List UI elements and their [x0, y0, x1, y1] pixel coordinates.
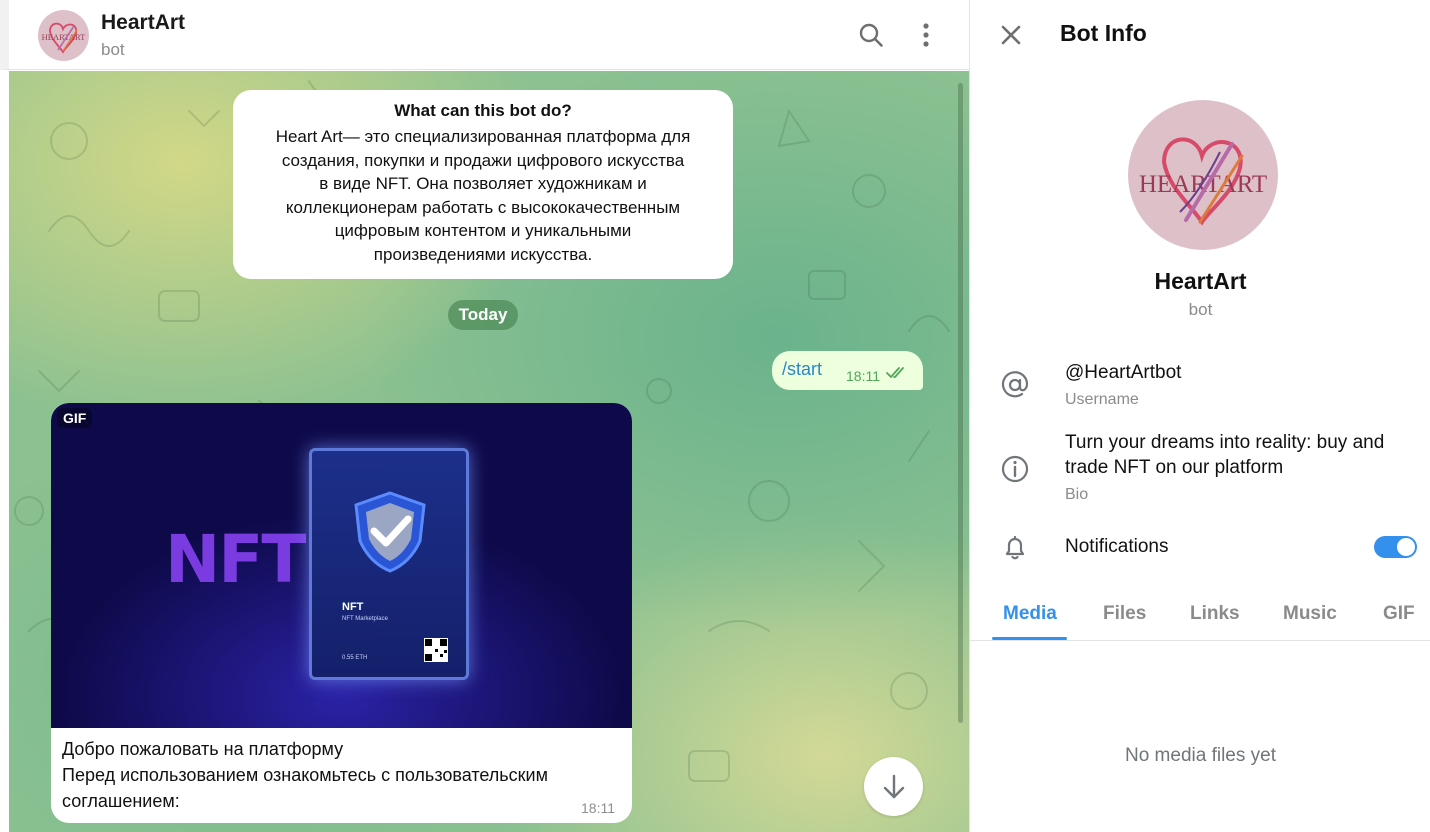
- bio-label: Bio: [1065, 486, 1089, 503]
- media-tabs: Media Files Links Music GIF: [970, 596, 1430, 641]
- shield-check-icon: [354, 491, 426, 573]
- message-text[interactable]: /start: [782, 359, 822, 380]
- chat-background: What can this bot do? Heart Art— это спе…: [9, 71, 969, 832]
- qr-code-icon: [424, 638, 448, 662]
- toggle-knob: [1397, 538, 1415, 556]
- bio-value[interactable]: Turn your dreams into reality: buy and t…: [1065, 430, 1415, 480]
- search-button[interactable]: [855, 19, 887, 51]
- gif-card-title: NFT: [342, 601, 364, 613]
- username-row-icon: [1000, 370, 1030, 400]
- profile-name: HeartArt: [1154, 268, 1247, 294]
- tab-music[interactable]: Music: [1283, 603, 1337, 625]
- bio-row-icon: [1000, 454, 1030, 484]
- date-separator: Today: [448, 300, 518, 330]
- info-icon: [1001, 455, 1029, 483]
- telegram-app: HEARTART HeartArt bot What can this bot …: [0, 0, 1430, 832]
- incoming-message[interactable]: NFT NFT NFT Marketplace 0.55 ETH GIF Доб…: [51, 403, 632, 823]
- chat-header[interactable]: HEARTART HeartArt bot: [0, 0, 969, 70]
- tab-links[interactable]: Links: [1190, 603, 1240, 625]
- notifications-label: Notifications: [1065, 536, 1169, 557]
- message-caption[interactable]: Добро пожаловать на платформу Перед испо…: [62, 736, 627, 814]
- chat-title[interactable]: HeartArt: [101, 11, 185, 35]
- bot-intro-title: What can this bot do?: [394, 101, 572, 120]
- search-icon: [859, 23, 883, 47]
- bot-intro-card: What can this bot do? Heart Art— это спе…: [233, 90, 733, 279]
- username-label: Username: [1065, 391, 1139, 408]
- bot-info-panel: Bot Info HEARTART HeartArt bot @HeartArt…: [969, 0, 1430, 832]
- chat-avatar[interactable]: HEARTART: [38, 10, 89, 61]
- chat-scrollbar[interactable]: [958, 83, 963, 723]
- close-button[interactable]: [996, 20, 1026, 50]
- close-icon: [1001, 25, 1021, 45]
- empty-media-message: No media files yet: [1124, 745, 1276, 766]
- outgoing-message[interactable]: /start 18:11: [772, 351, 923, 390]
- tab-gif[interactable]: GIF: [1383, 603, 1415, 625]
- panel-title: Bot Info: [1060, 20, 1147, 46]
- at-icon: [1001, 371, 1029, 398]
- gif-media[interactable]: NFT NFT NFT Marketplace 0.55 ETH GIF: [51, 403, 632, 728]
- gif-nft-card: NFT NFT Marketplace 0.55 ETH: [309, 448, 469, 680]
- message-time: 18:11: [581, 800, 615, 816]
- chat-column: HEARTART HeartArt bot What can this bot …: [0, 0, 969, 832]
- more-button[interactable]: [910, 19, 942, 51]
- gif-card-price: 0.55 ETH: [342, 655, 368, 661]
- gif-badge: GIF: [57, 408, 93, 428]
- more-vertical-icon: [923, 23, 929, 47]
- scroll-to-bottom-button[interactable]: [864, 757, 923, 816]
- chat-subtitle: bot: [101, 40, 125, 59]
- heartart-logo-icon: HEARTART: [1139, 137, 1267, 226]
- bell-icon: [1005, 535, 1025, 560]
- message-time: 18:11: [846, 368, 880, 384]
- active-tab-indicator: [992, 637, 1067, 640]
- gif-card-subtitle: NFT Marketplace: [342, 616, 388, 622]
- username-value[interactable]: @HeartArtbot: [1065, 360, 1181, 385]
- heartart-logo-icon: HEARTART: [42, 22, 86, 54]
- arrow-down-icon: [883, 774, 904, 798]
- gif-nft-word: NFT: [165, 521, 306, 598]
- bot-intro-text: Heart Art— это специализированная платфо…: [275, 127, 691, 264]
- double-check-icon: [886, 367, 904, 379]
- tab-media[interactable]: Media: [1003, 603, 1057, 625]
- profile-subtitle: bot: [1188, 300, 1213, 319]
- profile-avatar[interactable]: HEARTART: [1128, 100, 1278, 250]
- notifications-toggle[interactable]: [1374, 536, 1417, 558]
- notifications-row-icon: [1000, 532, 1030, 562]
- tab-files[interactable]: Files: [1103, 603, 1146, 625]
